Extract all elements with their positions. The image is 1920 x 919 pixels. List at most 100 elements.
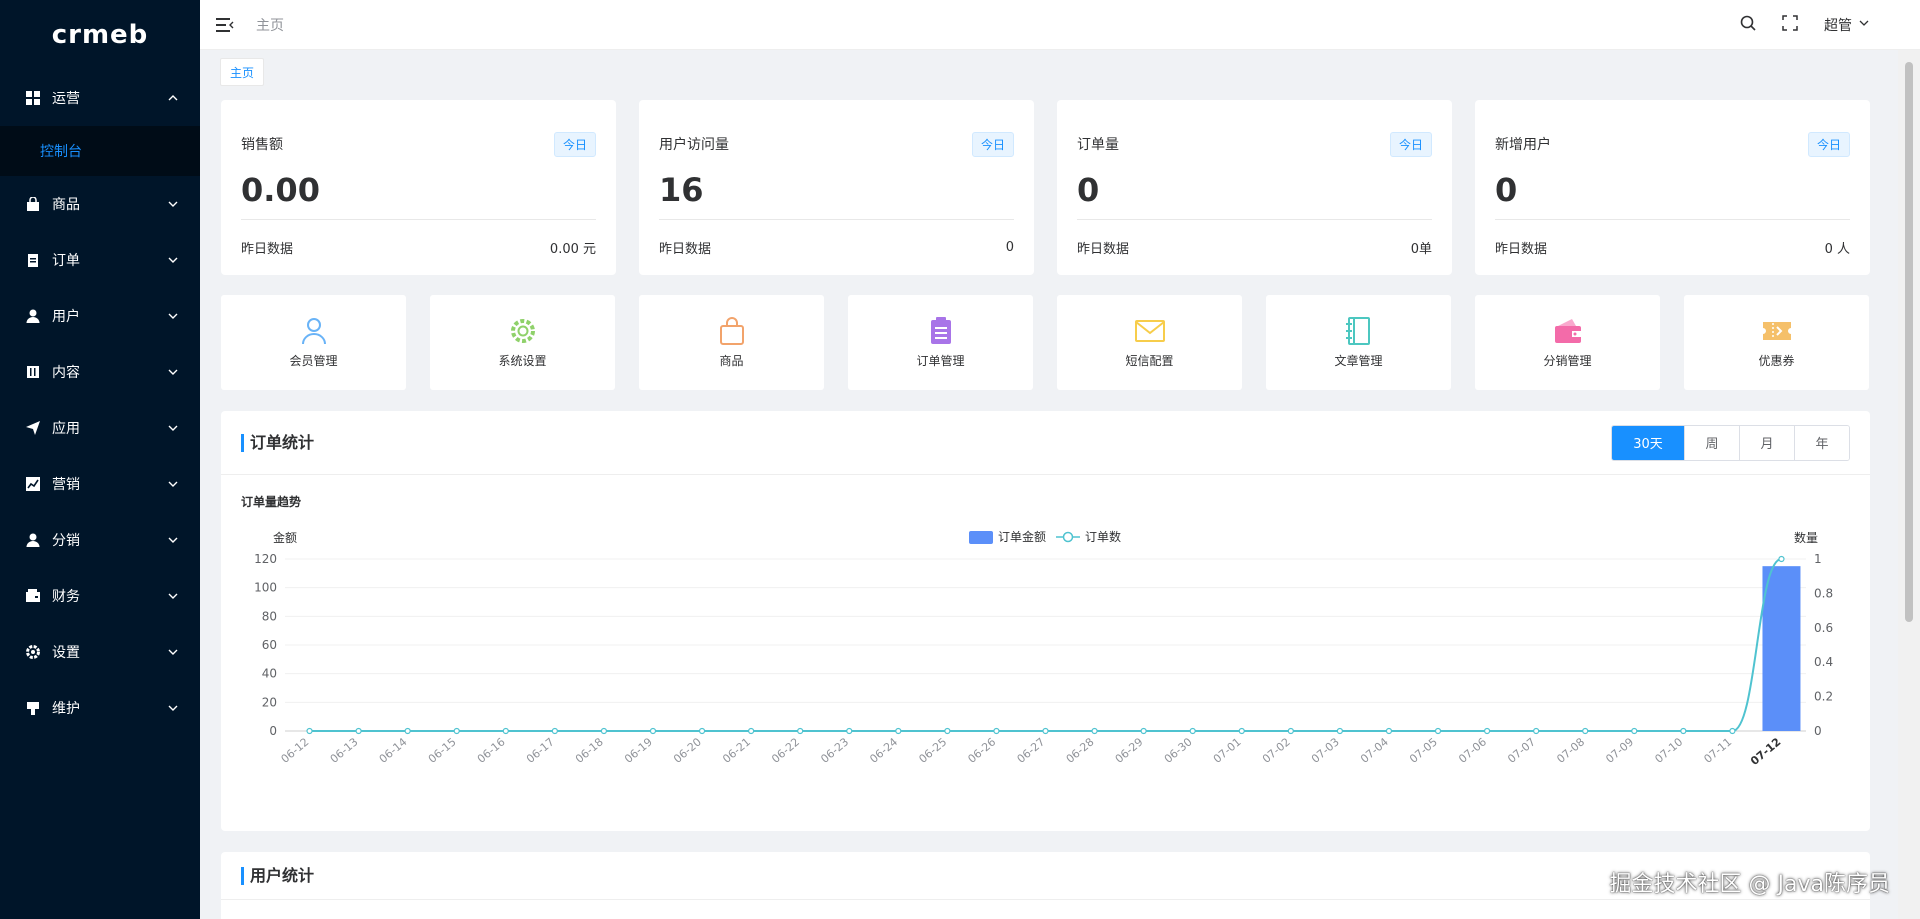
x-tick-label: 06-24	[867, 735, 900, 766]
sidebar-item-settings[interactable]: 设置	[0, 624, 200, 680]
legend-swatch-marker	[1062, 531, 1074, 543]
page-scrollbar[interactable]	[1898, 50, 1920, 919]
sidebar-subitem-dashboard[interactable]: 控制台	[0, 126, 200, 176]
data-point	[1140, 727, 1147, 735]
quick-nav-coupons[interactable]: 优惠券	[1684, 295, 1869, 390]
y-tick-label-left: 80	[262, 609, 277, 623]
sidebar-item-label: 设置	[52, 645, 80, 661]
x-tick-label: 06-14	[377, 735, 410, 766]
quick-nav-member[interactable]: 会员管理	[221, 295, 406, 390]
x-tick-label: 06-17	[524, 735, 557, 766]
tools-icon	[24, 699, 42, 717]
data-point	[1287, 727, 1294, 735]
bar	[1762, 566, 1801, 731]
quick-nav-articles[interactable]: 文章管理	[1266, 295, 1451, 390]
quick-nav-label: 短信配置	[1125, 354, 1174, 368]
sidebar: crmeb 运营 控制台 商品 订单 用户 内容 应用 营销 分销 财务 设置 …	[0, 0, 200, 919]
stat-footer-label: 昨日数据	[241, 241, 294, 257]
x-tick-label: 07-08	[1554, 735, 1587, 766]
data-point	[649, 727, 657, 735]
stat-title: 销售额	[241, 137, 283, 153]
data-point	[1533, 727, 1540, 735]
mail-icon	[1134, 316, 1165, 346]
y-tick-label-left: 40	[262, 667, 277, 681]
x-tick-label: 06-15	[426, 735, 459, 766]
sidebar-item-users[interactable]: 用户	[0, 288, 200, 344]
quick-nav-sms[interactable]: 短信配置	[1057, 295, 1242, 390]
chevron-down-icon	[166, 421, 180, 435]
sidebar-item-orders[interactable]: 订单	[0, 232, 200, 288]
data-point	[698, 727, 706, 735]
stat-footer-value: 0单	[1410, 241, 1432, 257]
range-week-button[interactable]: 周	[1684, 425, 1739, 460]
app-logo[interactable]: crmeb	[0, 0, 200, 70]
data-point	[600, 727, 608, 735]
sidebar-item-operations[interactable]: 运营	[0, 70, 200, 126]
y-tick-label-left: 100	[254, 581, 277, 595]
range-30d-button[interactable]: 30天	[1612, 425, 1684, 460]
chevron-down-icon	[166, 365, 180, 379]
panel-title: 用户统计	[241, 866, 314, 885]
sidebar-item-label: 运营	[52, 91, 80, 107]
sidebar-item-apps[interactable]: 应用	[0, 400, 200, 456]
stat-title: 用户访问量	[659, 137, 729, 153]
data-point	[1189, 727, 1196, 735]
x-tick-label: 07-05	[1407, 735, 1440, 766]
x-tick-label: 06-22	[769, 735, 802, 766]
sidebar-item-marketing[interactable]: 营销	[0, 456, 200, 512]
sidebar-item-products[interactable]: 商品	[0, 176, 200, 232]
tag-home[interactable]: 主页	[220, 58, 265, 86]
range-month-button[interactable]: 月	[1739, 425, 1794, 460]
sidebar-item-label: 内容	[52, 365, 80, 381]
search-icon[interactable]	[1740, 15, 1756, 35]
y-tick-label-right: 0.8	[1814, 586, 1833, 600]
quick-nav-orders[interactable]: 订单管理	[848, 295, 1033, 390]
x-tick-label: 06-12	[279, 735, 312, 766]
sidebar-item-maintenance[interactable]: 维护	[0, 680, 200, 736]
stat-card-new-users: 新增用户 今日 0 昨日数据 0 人	[1475, 100, 1870, 275]
data-point	[1680, 727, 1687, 735]
range-year-button[interactable]: 年	[1794, 425, 1849, 460]
quick-nav-products[interactable]: 商品	[639, 295, 824, 390]
menu-toggle-icon[interactable]	[216, 15, 236, 35]
y-tick-label-right: 0.6	[1814, 621, 1833, 635]
fullscreen-icon[interactable]	[1782, 14, 1798, 35]
data-point	[1778, 555, 1785, 563]
quick-nav-distribution[interactable]: 分销管理	[1475, 295, 1660, 390]
stat-card-visits: 用户访问量 今日 16 昨日数据 0	[639, 100, 1034, 275]
scrollbar-thumb[interactable]	[1905, 62, 1913, 622]
gear-icon	[508, 316, 538, 346]
order-stats-panel: 订单统计 30天 周 月 年 订单量趋势 金额 数量 订单金额 订单数 0 20 40 60 8…	[221, 411, 1870, 831]
sidebar-item-content[interactable]: 内容	[0, 344, 200, 400]
x-tick-label: 07-03	[1309, 735, 1342, 766]
quick-nav-system-settings[interactable]: 系统设置	[430, 295, 615, 390]
data-point	[748, 727, 755, 735]
chevron-down-icon	[166, 701, 180, 715]
data-point	[1582, 727, 1589, 735]
user-menu[interactable]: 超管	[1824, 15, 1870, 35]
x-tick-label: 06-25	[916, 735, 949, 766]
y-axis-left-title: 金额	[273, 530, 297, 545]
x-tick-label: 06-13	[328, 735, 361, 766]
data-point	[797, 727, 804, 735]
chevron-down-icon	[166, 309, 180, 323]
y-tick-label-left: 120	[254, 552, 277, 566]
quick-nav: 会员管理 系统设置 商品 订单管理 短信配置 文章管理 分销管理 优惠券	[221, 295, 1869, 390]
data-point	[306, 727, 313, 735]
sidebar-item-label: 应用	[52, 421, 80, 437]
panel-title: 订单统计	[241, 433, 314, 452]
data-point	[1238, 727, 1245, 735]
data-point	[944, 727, 951, 735]
y-tick-label-right: 0	[1814, 724, 1822, 738]
y-axis-right-title: 数量	[1794, 530, 1818, 545]
breadcrumb[interactable]: 主页	[256, 15, 284, 35]
sidebar-item-finance[interactable]: 财务	[0, 568, 200, 624]
stat-card-sales: 销售额 今日 0.00 昨日数据 0.00 元	[221, 100, 616, 275]
stat-badge: 今日	[1389, 131, 1432, 157]
user-icon	[24, 531, 42, 549]
quick-nav-label: 商品	[719, 354, 744, 368]
chevron-down-icon	[1858, 17, 1870, 33]
sidebar-item-distribution[interactable]: 分销	[0, 512, 200, 568]
legend-label: 订单金额	[998, 529, 1046, 544]
quick-nav-label: 订单管理	[916, 354, 965, 368]
